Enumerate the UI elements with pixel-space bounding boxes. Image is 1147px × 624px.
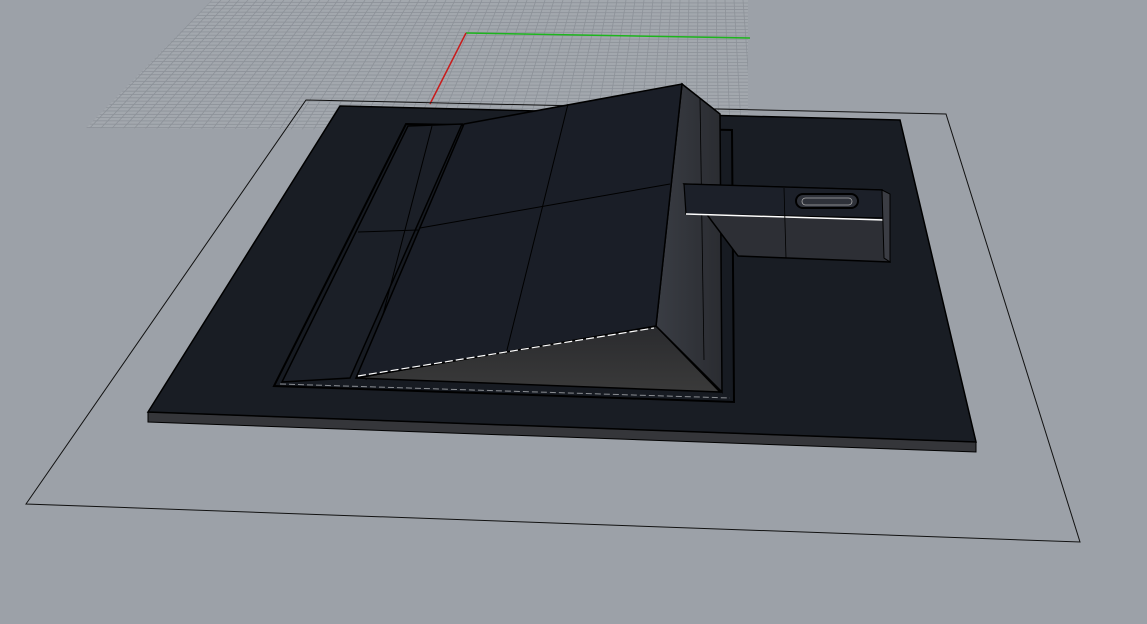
slot-cutout: [795, 193, 859, 209]
3d-viewport[interactable]: [0, 0, 1147, 624]
viewport-canvas[interactable]: [0, 0, 1147, 624]
